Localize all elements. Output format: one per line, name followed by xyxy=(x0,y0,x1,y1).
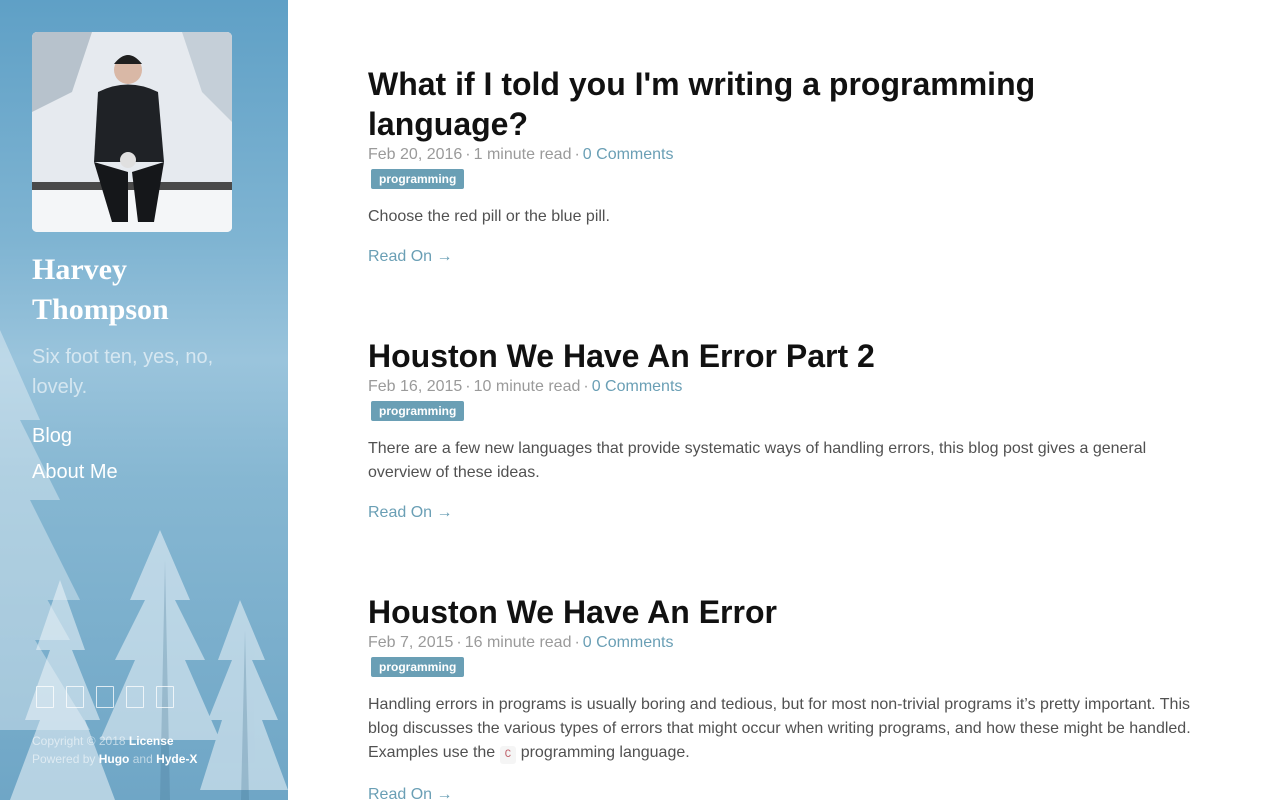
nav-link-about-me[interactable]: About Me xyxy=(32,454,256,490)
linkedin-icon[interactable] xyxy=(96,686,114,708)
license-link[interactable]: License xyxy=(129,734,174,748)
github-icon[interactable] xyxy=(36,686,54,708)
post-read-time: 1 minute read xyxy=(473,146,572,163)
post-comments-link[interactable]: 0 Comments xyxy=(583,146,674,163)
post-summary: Choose the red pill or the blue pill. xyxy=(368,208,610,225)
sidebar-nav: Blog About Me xyxy=(32,418,256,490)
site-name[interactable]: Harvey Thompson xyxy=(32,250,232,330)
hyde-x-link[interactable]: Hyde-X xyxy=(156,752,197,766)
post-summary-text-end: programming language. xyxy=(520,744,690,761)
sidebar: Harvey Thompson Six foot ten, yes, no, l… xyxy=(0,0,288,800)
post-tag[interactable]: programming xyxy=(371,657,465,677)
read-on-link[interactable]: Read On → xyxy=(368,783,452,800)
copyright-text: Copyright © 2018 xyxy=(32,734,126,748)
post-date: Feb 7, 2015 xyxy=(368,634,454,651)
post-list: What if I told you I'm writing a program… xyxy=(368,0,1198,800)
post-tag[interactable]: programming xyxy=(371,401,465,421)
post-meta: Feb 16, 2015 · 10 minute read · 0 Comments xyxy=(368,378,683,395)
post-item: Houston We Have An Error Feb 7, 2015 · 16 … xyxy=(368,592,1198,800)
post-meta: Feb 20, 2016 · 1 minute read · 0 Comments xyxy=(368,146,674,163)
and-text: and xyxy=(132,752,153,766)
read-on-link[interactable]: Read On → xyxy=(368,501,452,525)
twitter-icon[interactable] xyxy=(66,686,84,708)
post-item: What if I told you I'm writing a program… xyxy=(368,64,1198,269)
post-comments-link[interactable]: 0 Comments xyxy=(583,634,674,651)
post-date: Feb 16, 2015 xyxy=(368,378,463,395)
post-item: Houston We Have An Error Part 2 Feb 16, … xyxy=(368,336,1198,525)
read-on-link[interactable]: Read On → xyxy=(368,245,452,269)
sidebar-footer: Copyright © 2018 License Powered by Hugo… xyxy=(32,732,197,768)
post-title[interactable]: What if I told you I'm writing a program… xyxy=(368,64,1198,144)
rss-icon[interactable] xyxy=(156,686,174,708)
post-comments-link[interactable]: 0 Comments xyxy=(592,378,683,395)
stackoverflow-icon[interactable] xyxy=(126,686,144,708)
avatar[interactable] xyxy=(32,32,232,232)
post-summary: Handling errors in programs is usually b… xyxy=(368,693,1198,767)
post-date: Feb 20, 2016 xyxy=(368,146,463,163)
post-read-time: 10 minute read xyxy=(473,378,581,395)
nav-link-blog[interactable]: Blog xyxy=(32,418,256,454)
post-summary: There are a few new languages that provi… xyxy=(368,440,1147,481)
hugo-link[interactable]: Hugo xyxy=(99,752,130,766)
site-tagline: Six foot ten, yes, no, lovely. xyxy=(32,346,214,398)
post-read-time: 16 minute read xyxy=(464,634,572,651)
post-meta: Feb 7, 2015 · 16 minute read · 0 Comments xyxy=(368,634,674,651)
powered-by-text: Powered by xyxy=(32,752,96,766)
post-tag[interactable]: programming xyxy=(371,169,465,189)
inline-code: C xyxy=(499,746,517,764)
social-links xyxy=(36,686,174,708)
post-title[interactable]: Houston We Have An Error Part 2 xyxy=(368,336,1198,376)
post-summary-text: Handling errors in programs is usually b… xyxy=(368,696,1191,761)
post-title[interactable]: Houston We Have An Error xyxy=(368,592,1198,632)
